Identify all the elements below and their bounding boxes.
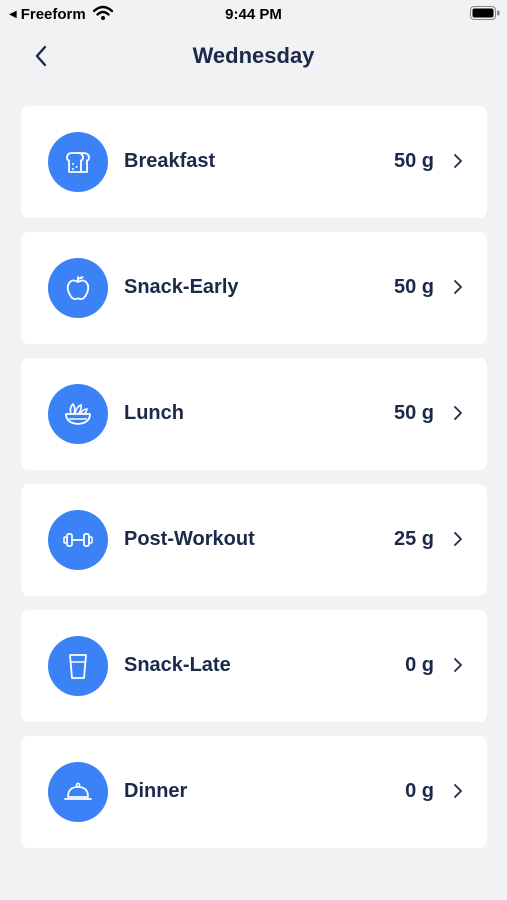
meal-list: Breakfast 50 g Snack-Early 50 g Lunch 50… bbox=[21, 106, 487, 862]
meal-amount: 50 g bbox=[393, 150, 434, 172]
meal-amount: 0 g bbox=[405, 654, 434, 676]
meal-name: Dinner bbox=[124, 780, 188, 802]
meal-amount: 25 g bbox=[393, 528, 434, 550]
meal-amount: 50 g bbox=[393, 276, 434, 298]
meal-row-dinner[interactable]: Dinner 0 g bbox=[21, 736, 487, 848]
meal-name: Breakfast bbox=[124, 150, 216, 172]
salad-bowl-icon bbox=[48, 384, 108, 444]
apple-icon bbox=[48, 258, 108, 318]
bread-icon bbox=[48, 132, 108, 192]
glass-icon bbox=[48, 636, 108, 696]
meal-name: Lunch bbox=[124, 402, 184, 424]
chevron-right-icon bbox=[454, 406, 462, 420]
cloche-icon bbox=[48, 762, 108, 822]
meal-row-post-workout[interactable]: Post-Workout 25 g bbox=[21, 484, 487, 596]
status-time: 9:44 PM bbox=[225, 6, 282, 23]
chevron-right-icon bbox=[454, 658, 462, 672]
chevron-right-icon bbox=[454, 532, 462, 546]
status-bar: ◀ Freeform 9:44 PM bbox=[0, 0, 507, 28]
meal-row-breakfast[interactable]: Breakfast 50 g bbox=[21, 106, 487, 218]
battery-icon bbox=[470, 6, 500, 24]
chevron-right-icon bbox=[454, 154, 462, 168]
chevron-right-icon bbox=[454, 280, 462, 294]
chevron-right-icon bbox=[454, 784, 462, 798]
meal-name: Snack-Late bbox=[124, 654, 231, 676]
meal-amount: 0 g bbox=[405, 780, 434, 802]
navigation-bar: Wednesday bbox=[0, 36, 507, 76]
meal-name: Snack-Early bbox=[124, 276, 239, 298]
meal-row-lunch[interactable]: Lunch 50 g bbox=[21, 358, 487, 470]
meal-amount: 50 g bbox=[393, 402, 434, 424]
meal-row-snack-early[interactable]: Snack-Early 50 g bbox=[21, 232, 487, 344]
page-title: Wednesday bbox=[192, 43, 315, 68]
meal-name: Post-Workout bbox=[124, 528, 255, 550]
dumbbell-icon bbox=[48, 510, 108, 570]
meal-row-snack-late[interactable]: Snack-Late 0 g bbox=[21, 610, 487, 722]
